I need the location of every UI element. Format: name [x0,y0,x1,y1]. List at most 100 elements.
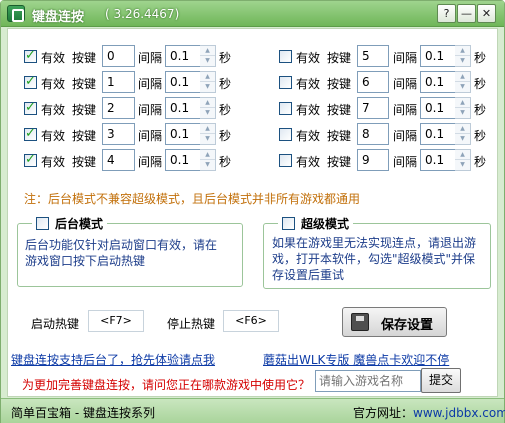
interval-field-2[interactable]: 0.1 [165,97,201,119]
key-enable-checkbox-8[interactable] [279,128,292,141]
key-enable-checkbox-4[interactable] [24,152,37,167]
interval-spinner-5[interactable]: ▲ ▼ [455,45,471,67]
app-window: 键盘连按 ( 3.26.4467) ? — ✕ 有效按键0间隔0.1▲▼秒有效按… [0,0,505,423]
interval-spinner-0[interactable]: ▲ ▼ [200,45,216,67]
key-enable-checkbox-7[interactable] [279,102,292,115]
interval-field-0[interactable]: 0.1 [165,45,201,67]
interval-spinner-7[interactable]: ▲ ▼ [455,97,471,119]
key-enable-label-0: 有效 [41,51,66,65]
seconds-unit-3: 秒 [219,129,232,143]
key-field-7[interactable]: 7 [357,97,389,119]
wlk-promo-link[interactable]: 蘑菇出WLK专版 魔兽点卡欢迎不停 [263,351,449,368]
spinner-up-icon[interactable]: ▲ [455,150,470,160]
stop-hotkey-field[interactable]: <F6> [223,310,279,332]
interval-field-5[interactable]: 0.1 [420,45,456,67]
interval-spinner-3[interactable]: ▲ ▼ [200,123,216,145]
spinner-up-icon[interactable]: ▲ [455,46,470,56]
help-button[interactable]: ? [437,4,456,23]
key-label-4: 按键 [72,155,97,169]
super-mode-checkbox[interactable] [282,217,295,230]
spinner-up-icon[interactable]: ▲ [455,72,470,82]
key-enable-checkbox-1[interactable] [24,74,37,89]
interval-label-3: 间隔 [138,129,163,143]
interval-field-3[interactable]: 0.1 [165,123,201,145]
spinner-down-icon[interactable]: ▼ [455,160,470,170]
key-field-8[interactable]: 8 [357,123,389,145]
spinner-down-icon[interactable]: ▼ [200,108,215,118]
status-bar: 简单百宝箱 - 键盘连按系列 官方网址：www.jdbbx.com [1,398,505,423]
survey-question: 为更加完善键盘连按，请问您正在哪款游戏中使用它？ [22,378,311,392]
key-field-3[interactable]: 3 [102,123,135,145]
close-button[interactable]: ✕ [477,4,496,23]
interval-field-8[interactable]: 0.1 [420,123,456,145]
start-hotkey-label: 启动热键 [31,317,80,331]
key-enable-checkbox-2[interactable] [24,100,37,115]
key-enable-label-8: 有效 [296,129,321,143]
key-field-4[interactable]: 4 [102,149,135,171]
spinner-down-icon[interactable]: ▼ [455,82,470,92]
interval-spinner-1[interactable]: ▲ ▼ [200,71,216,93]
game-name-input[interactable] [315,370,421,392]
minimize-button[interactable]: — [457,4,476,23]
title-bar[interactable]: 键盘连按 ( 3.26.4467) ? — ✕ [1,1,504,27]
key-label-7: 按键 [327,103,352,117]
save-settings-button[interactable]: 保存设置 [342,307,447,337]
spinner-up-icon[interactable]: ▲ [200,98,215,108]
official-site-link[interactable]: www.jdbbx.com [413,406,505,420]
interval-spinner-9[interactable]: ▲ ▼ [455,149,471,171]
spinner-down-icon[interactable]: ▼ [455,56,470,66]
key-field-5[interactable]: 5 [357,45,389,67]
spinner-up-icon[interactable]: ▲ [200,150,215,160]
start-hotkey-field[interactable]: <F7> [88,310,144,332]
interval-label-9: 间隔 [393,155,418,169]
interval-label-0: 间隔 [138,51,163,65]
spinner-up-icon[interactable]: ▲ [455,124,470,134]
interval-label-8: 间隔 [393,129,418,143]
interval-spinner-4[interactable]: ▲ ▼ [200,149,216,171]
key-enable-label-9: 有效 [296,155,321,169]
background-mode-line2: 游戏窗口按下启动热键 [25,254,146,268]
key-field-9[interactable]: 9 [357,149,389,171]
super-mode-line2: 戏，打开本软件，勾选"超级模式"并保 [272,252,476,266]
key-field-6[interactable]: 6 [357,71,389,93]
spinner-down-icon[interactable]: ▼ [200,160,215,170]
spinner-up-icon[interactable]: ▲ [200,124,215,134]
background-mode-checkbox[interactable] [36,217,49,230]
interval-field-4[interactable]: 0.1 [165,149,201,171]
seconds-unit-2: 秒 [219,103,232,117]
submit-button[interactable]: 提交 [421,368,461,393]
interval-field-9[interactable]: 0.1 [420,149,456,171]
key-enable-label-3: 有效 [41,129,66,143]
spinner-up-icon[interactable]: ▲ [455,98,470,108]
key-enable-label-6: 有效 [296,77,321,91]
key-enable-label-7: 有效 [296,103,321,117]
seconds-unit-1: 秒 [219,77,232,91]
interval-label-2: 间隔 [138,103,163,117]
key-enable-checkbox-3[interactable] [24,126,37,141]
key-field-1[interactable]: 1 [102,71,135,93]
interval-field-1[interactable]: 0.1 [165,71,201,93]
interval-spinner-2[interactable]: ▲ ▼ [200,97,216,119]
background-promo-link[interactable]: 键盘连按支持后台了，抢先体验请点我 [11,351,215,368]
key-enable-checkbox-0[interactable] [24,48,37,63]
interval-field-7[interactable]: 0.1 [420,97,456,119]
interval-field-6[interactable]: 0.1 [420,71,456,93]
key-label-1: 按键 [72,77,97,91]
interval-spinner-6[interactable]: ▲ ▼ [455,71,471,93]
key-enable-checkbox-5[interactable] [279,50,292,63]
key-label-5: 按键 [327,51,352,65]
spinner-down-icon[interactable]: ▼ [200,82,215,92]
spinner-down-icon[interactable]: ▼ [455,134,470,144]
key-field-2[interactable]: 2 [102,97,135,119]
key-enable-checkbox-6[interactable] [279,76,292,89]
spinner-up-icon[interactable]: ▲ [200,46,215,56]
spinner-down-icon[interactable]: ▼ [200,56,215,66]
interval-spinner-8[interactable]: ▲ ▼ [455,123,471,145]
spinner-down-icon[interactable]: ▼ [455,108,470,118]
spinner-down-icon[interactable]: ▼ [200,134,215,144]
window-title: 键盘连按 [32,10,85,25]
seconds-unit-9: 秒 [474,155,487,169]
key-enable-checkbox-9[interactable] [279,154,292,167]
key-field-0[interactable]: 0 [102,45,135,67]
spinner-up-icon[interactable]: ▲ [200,72,215,82]
